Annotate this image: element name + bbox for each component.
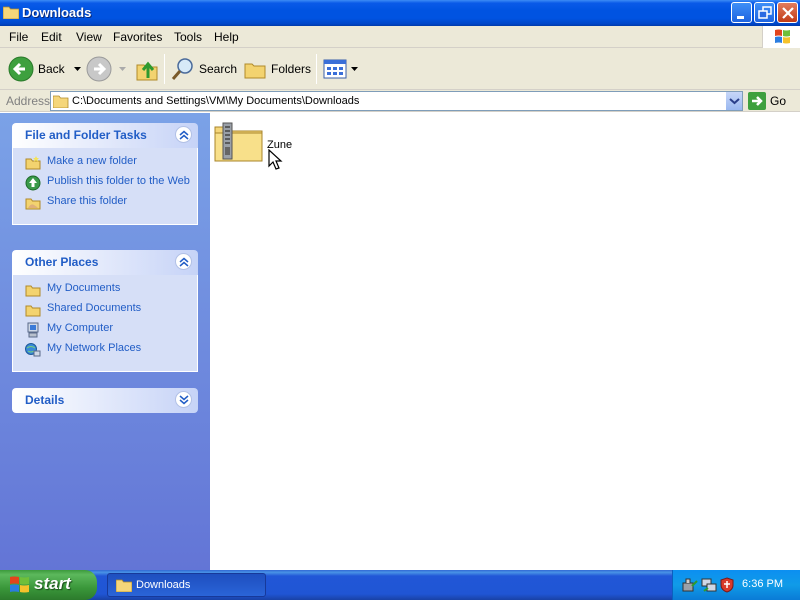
title-bar[interactable]: Downloads <box>0 0 800 26</box>
search-button[interactable]: Search <box>171 54 237 84</box>
task-pane: File and Folder Tasks Make a new folder … <box>0 113 210 570</box>
dropdown-arrow-icon[interactable] <box>73 64 83 74</box>
folders-button[interactable]: Folders <box>243 54 311 84</box>
start-button[interactable]: start <box>0 570 97 600</box>
zipped-folder-icon <box>214 122 263 162</box>
forward-arrow-icon <box>86 56 112 82</box>
task-make-new-folder[interactable]: Make a new folder <box>25 155 197 171</box>
mouse-cursor-icon <box>268 149 283 170</box>
restore-icon <box>758 6 772 19</box>
up-folder-button[interactable] <box>134 54 160 84</box>
go-button[interactable]: Go <box>748 92 786 110</box>
menu-tools[interactable]: Tools <box>174 30 202 44</box>
minimize-icon <box>737 16 744 19</box>
go-label: Go <box>770 94 787 108</box>
chevron-down-icon <box>179 395 189 405</box>
file-folder-tasks-header[interactable]: File and Folder Tasks <box>12 123 198 148</box>
up-folder-icon <box>136 61 158 81</box>
menu-help[interactable]: Help <box>214 30 239 44</box>
window-title: Downloads <box>22 5 92 20</box>
menu-bar: File Edit View Favorites Tools Help <box>0 26 800 48</box>
file-folder-tasks-title: File and Folder Tasks <box>25 128 147 142</box>
close-icon <box>782 7 794 19</box>
place-my-documents[interactable]: My Documents <box>25 282 197 298</box>
security-shield-icon[interactable] <box>719 577 735 593</box>
details-header[interactable]: Details <box>12 388 198 413</box>
folder-icon <box>116 579 132 592</box>
folder-icon <box>25 285 41 297</box>
globe-publish-icon <box>25 175 41 191</box>
address-value: C:\Documents and Settings\VM\My Document… <box>72 95 360 107</box>
share-folder-icon <box>25 198 41 210</box>
expand-button[interactable] <box>175 391 192 408</box>
system-tray: 6:36 PM <box>672 570 800 600</box>
taskbar: start Downloads 6:36 PM <box>0 570 800 600</box>
forward-button[interactable] <box>86 54 128 84</box>
folder-icon <box>53 95 69 108</box>
maximize-button[interactable] <box>754 2 775 23</box>
address-input[interactable]: C:\Documents and Settings\VM\My Document… <box>50 91 743 111</box>
minimize-button[interactable] <box>731 2 752 23</box>
network-icon <box>25 343 41 357</box>
clock[interactable]: 6:36 PM <box>742 578 783 590</box>
go-arrow-icon <box>748 92 766 110</box>
menu-favorites[interactable]: Favorites <box>113 30 162 44</box>
details-title: Details <box>25 393 65 407</box>
file-list-view[interactable]: Zune <box>210 113 800 570</box>
chevron-down-icon <box>729 98 740 105</box>
chevron-up-icon <box>179 130 189 140</box>
address-bar: Address C:\Documents and Settings\VM\My … <box>0 90 800 112</box>
folders-icon <box>244 63 266 79</box>
menu-view[interactable]: View <box>76 30 102 44</box>
dropdown-arrow-icon <box>351 67 358 71</box>
folders-label: Folders <box>271 62 312 76</box>
close-button[interactable] <box>777 2 798 23</box>
folder-icon <box>25 305 41 317</box>
address-dropdown-button[interactable] <box>725 92 742 110</box>
address-label: Address <box>6 94 51 108</box>
task-share-folder[interactable]: Share this folder <box>25 195 197 211</box>
dropdown-arrow-icon <box>119 67 126 71</box>
views-icon <box>323 59 347 79</box>
network-connection-icon[interactable] <box>701 577 717 593</box>
windows-logo <box>762 26 800 48</box>
place-my-network-places[interactable]: My Network Places <box>25 342 197 358</box>
file-item-zune[interactable]: Zune <box>214 119 304 171</box>
file-folder-tasks-box: File and Folder Tasks Make a new folder … <box>12 123 198 225</box>
search-label: Search <box>199 62 238 76</box>
place-my-computer[interactable]: My Computer <box>25 322 197 338</box>
windows-flag-icon <box>775 29 790 44</box>
taskbar-item-downloads[interactable]: Downloads <box>107 573 266 597</box>
chevron-up-icon <box>179 257 189 267</box>
toolbar: Back Search Folders <box>0 48 800 90</box>
new-folder-icon <box>25 156 41 170</box>
windows-flag-icon <box>10 576 29 593</box>
computer-icon <box>27 322 39 338</box>
collapse-button[interactable] <box>175 253 192 270</box>
start-label: start <box>34 574 71 593</box>
other-places-title: Other Places <box>25 255 99 269</box>
other-places-header[interactable]: Other Places <box>12 250 198 275</box>
collapse-button[interactable] <box>175 126 192 143</box>
search-icon <box>171 58 193 80</box>
back-button[interactable]: Back <box>8 54 83 84</box>
place-shared-documents[interactable]: Shared Documents <box>25 302 197 318</box>
menu-file[interactable]: File <box>9 30 28 44</box>
task-publish-folder[interactable]: Publish this folder to the Web <box>25 175 197 191</box>
taskbar-item-label: Downloads <box>136 579 191 591</box>
other-places-box: Other Places My Documents Shared Documen… <box>12 250 198 372</box>
safely-remove-hardware-icon[interactable] <box>682 577 698 593</box>
views-button[interactable] <box>323 54 359 84</box>
details-box: Details <box>12 388 198 413</box>
back-arrow-icon <box>8 56 34 82</box>
folder-icon <box>3 6 19 19</box>
menu-edit[interactable]: Edit <box>41 30 62 44</box>
back-label: Back <box>38 62 65 76</box>
